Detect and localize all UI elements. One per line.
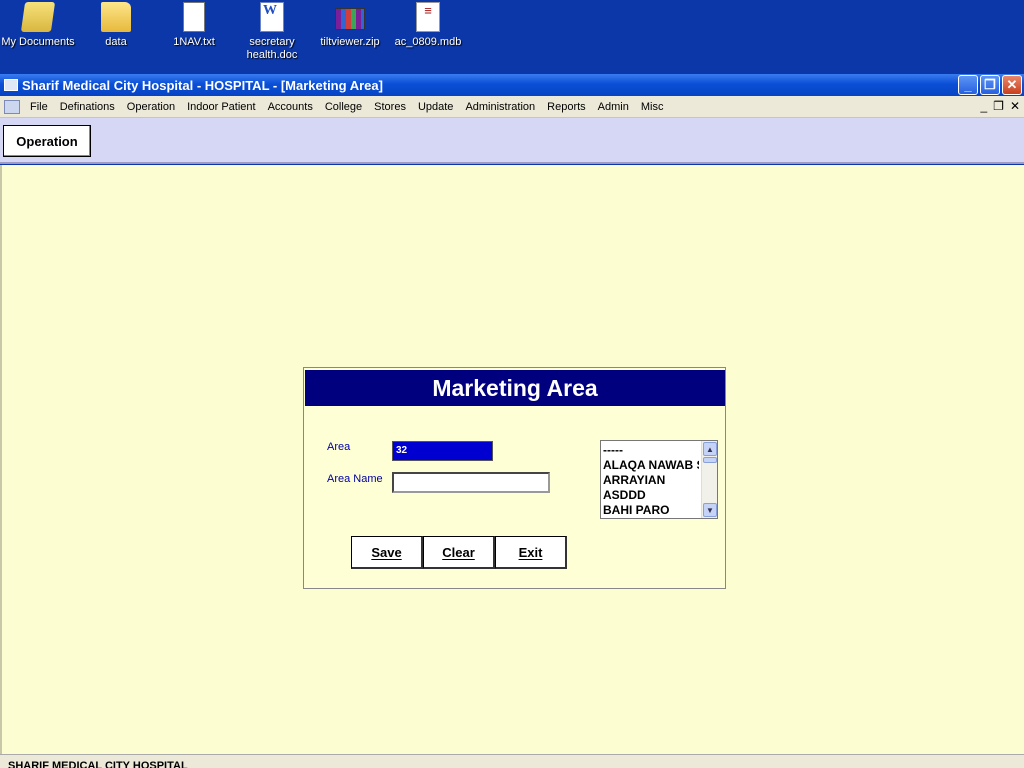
mdi-restore-icon[interactable]: ❐ [993,99,1004,113]
menu-administration[interactable]: Administration [459,101,541,113]
chevron-up-icon: ▲ [706,444,714,454]
app-window-icon[interactable] [4,79,18,91]
menu-admin[interactable]: Admin [592,101,635,113]
status-bar: SHARIF MEDICAL CITY HOSPITAL [0,754,1024,768]
desktop-icon-tiltviewer[interactable]: tiltviewer.zip [310,2,390,49]
word-document-icon: W [260,2,284,32]
window-controls: _ ❐ ✕ [958,75,1022,95]
mdi-controls: _ ❐ ✕ [980,99,1020,113]
chevron-down-icon: ▼ [706,505,714,515]
menu-indoor-patient[interactable]: Indoor Patient [181,101,262,113]
minimize-icon: _ [964,77,972,93]
window-title: Sharif Medical City Hospital - HOSPITAL … [22,77,383,93]
list-scrollbar[interactable]: ▲ ▼ [701,441,717,518]
folder-icon [101,2,131,32]
close-icon: ✕ [1006,77,1018,92]
winrar-archive-icon [335,8,365,30]
toolbar: Operation [0,118,1024,164]
operation-button[interactable]: Operation [3,125,91,157]
access-database-icon: ≡ [416,2,440,32]
clear-button[interactable]: Clear [423,536,495,569]
desktop-icon-label: ac_0809.mdb [394,36,462,48]
area-list-items: ----- ALAQA NAWAB SAHIB ARRAYIAN ASDDD B… [603,443,699,518]
my-documents-icon [20,2,56,32]
menu-definations[interactable]: Definations [54,101,121,113]
menu-update[interactable]: Update [412,101,459,113]
text-file-icon [183,2,205,32]
list-item[interactable]: ----- [603,443,699,458]
desktop-icon-my-documents[interactable]: My Documents [0,2,78,49]
list-item[interactable]: ALAQA NAWAB SAHIB [603,458,699,473]
restore-button[interactable]: ❐ [980,75,1000,95]
menu-misc[interactable]: Misc [635,101,670,113]
menu-operation[interactable]: Operation [121,101,181,113]
menu-college[interactable]: College [319,101,368,113]
menu-stores[interactable]: Stores [368,101,412,113]
desktop-icon-data[interactable]: data [76,2,156,49]
scroll-thumb[interactable] [703,457,717,463]
marketing-area-form: Marketing Area Area 32 Area Name ----- A… [303,367,726,589]
desktop-icon-secretary-health[interactable]: W secretary health.doc [232,2,312,62]
mdi-close-icon[interactable]: ✕ [1010,99,1020,113]
area-list[interactable]: ----- ALAQA NAWAB SAHIB ARRAYIAN ASDDD B… [600,440,718,519]
mdi-child-icon[interactable] [4,99,20,114]
desktop-icon-label: 1NAV.txt [173,36,215,48]
menu-accounts[interactable]: Accounts [262,101,319,113]
scroll-down-button[interactable]: ▼ [703,503,717,517]
desktop-icon-label: secretary health.doc [246,36,298,61]
desktop-icon-ac0809[interactable]: ≡ ac_0809.mdb [388,2,468,49]
area-input[interactable]: 32 [392,441,493,461]
menu-file[interactable]: File [24,101,54,113]
desktop-icon-1nav[interactable]: 1NAV.txt [154,2,234,49]
desktop: My Documents data 1NAV.txt W secretary h… [0,0,1024,74]
menu-reports[interactable]: Reports [541,101,592,113]
exit-button[interactable]: Exit [495,536,567,569]
desktop-icon-label: data [105,36,127,48]
desktop-icon-label: My Documents [1,36,75,48]
desktop-icon-label: tiltviewer.zip [320,36,380,48]
list-item[interactable]: ASDDD [603,488,699,503]
area-name-input[interactable] [392,472,550,493]
menu-bar: File Definations Operation Indoor Patien… [0,96,1024,118]
save-button[interactable]: Save [351,536,423,569]
list-item[interactable]: ARRAYIAN [603,473,699,488]
area-name-label: Area Name [327,473,383,485]
area-label: Area [327,441,351,453]
close-button[interactable]: ✕ [1002,75,1022,95]
scroll-up-button[interactable]: ▲ [703,442,717,456]
restore-icon: ❐ [984,77,996,92]
minimize-button[interactable]: _ [958,75,978,95]
window-title-bar[interactable]: Sharif Medical City Hospital - HOSPITAL … [0,74,1024,96]
list-item[interactable]: BAHI PARO [603,503,699,518]
mdi-minimize-icon[interactable]: _ [980,99,987,113]
form-title: Marketing Area [305,370,725,406]
